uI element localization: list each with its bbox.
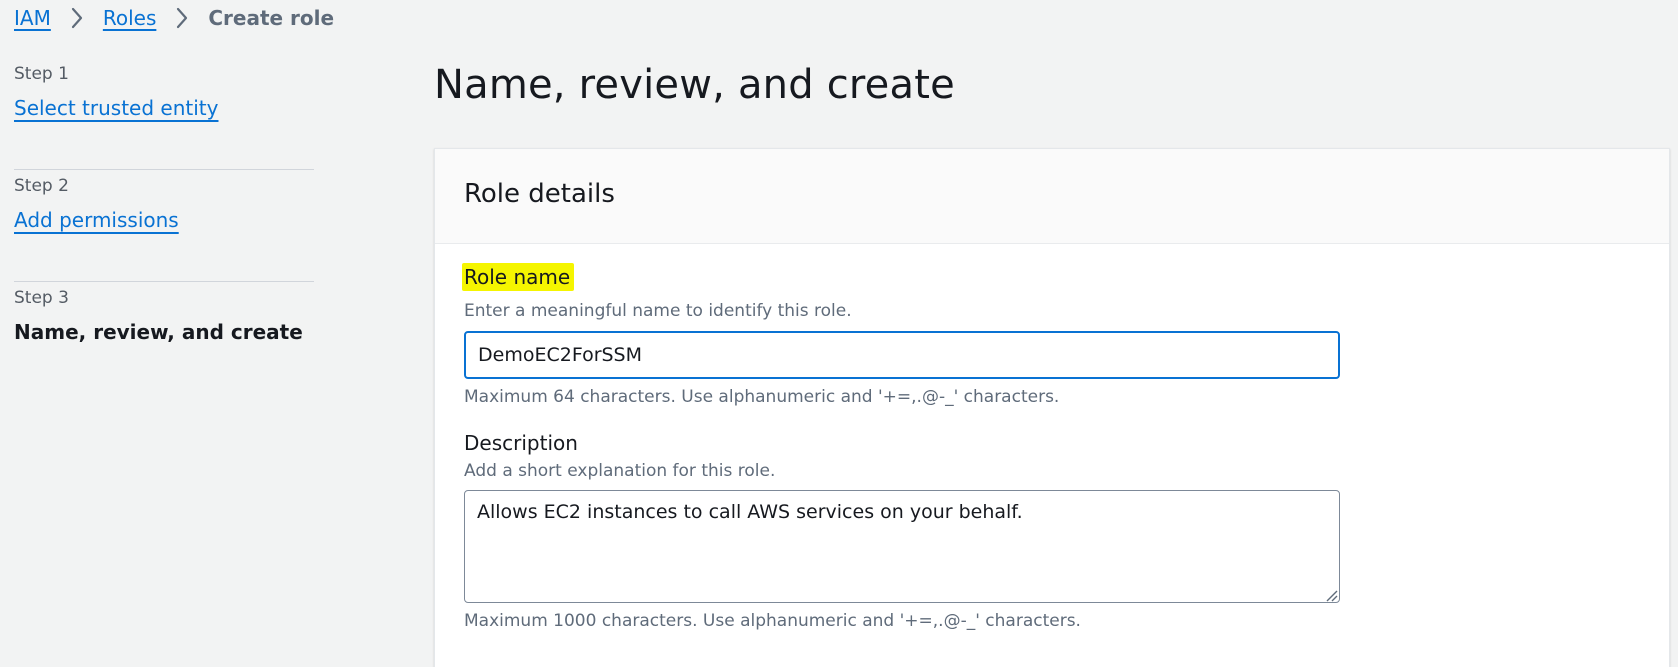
wizard-step-2: Step 2 Add permissions bbox=[14, 170, 314, 282]
role-name-label-text: Role name bbox=[462, 263, 575, 291]
breadcrumb-iam-link[interactable]: IAM bbox=[14, 6, 51, 30]
step-number: Step 3 bbox=[14, 288, 69, 308]
breadcrumb: IAM Roles Create role bbox=[14, 3, 334, 33]
role-name-description: Enter a meaningful name to identify this… bbox=[464, 301, 852, 321]
role-name-constraint: Maximum 64 characters. Use alphanumeric … bbox=[464, 387, 1060, 407]
chevron-right-icon bbox=[156, 3, 208, 33]
breadcrumb-current: Create role bbox=[208, 6, 335, 30]
breadcrumb-roles-link[interactable]: Roles bbox=[103, 6, 157, 30]
role-name-input[interactable] bbox=[464, 331, 1340, 379]
description-label: Description bbox=[464, 431, 578, 455]
panel-header: Role details bbox=[435, 149, 1669, 244]
step-number: Step 1 bbox=[14, 64, 69, 84]
step-link-add-permissions[interactable]: Add permissions bbox=[14, 208, 179, 232]
role-details-panel: Role details Role name Enter a meaningfu… bbox=[434, 148, 1670, 667]
description-textarea[interactable]: Allows EC2 instances to call AWS service… bbox=[464, 490, 1340, 603]
description-hint: Add a short explanation for this role. bbox=[464, 461, 776, 481]
step-number: Step 2 bbox=[14, 176, 69, 196]
wizard-step-3: Step 3 Name, review, and create bbox=[14, 282, 314, 394]
step-current-title: Name, review, and create bbox=[14, 320, 303, 344]
description-constraint: Maximum 1000 characters. Use alphanumeri… bbox=[464, 611, 1081, 631]
chevron-right-icon bbox=[51, 3, 103, 33]
page-title: Name, review, and create bbox=[434, 62, 955, 108]
panel-title: Role details bbox=[464, 179, 615, 209]
resize-handle-icon[interactable] bbox=[1324, 587, 1338, 602]
step-link-select-trusted-entity[interactable]: Select trusted entity bbox=[14, 96, 218, 120]
role-name-label: Role name bbox=[462, 263, 575, 291]
wizard-step-1: Step 1 Select trusted entity bbox=[14, 58, 314, 170]
page: IAM Roles Create role Step 1 Select trus… bbox=[0, 0, 1678, 667]
wizard-steps: Step 1 Select trusted entity Step 2 Add … bbox=[14, 58, 314, 394]
